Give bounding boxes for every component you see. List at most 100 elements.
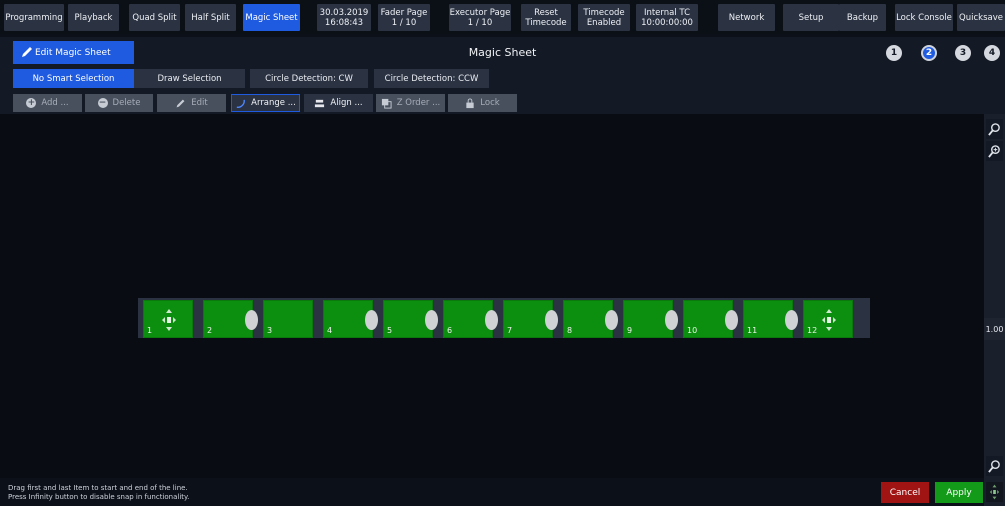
- backup-button[interactable]: Backup: [839, 4, 886, 31]
- arrange-button[interactable]: Arrange ...: [231, 94, 300, 112]
- fader-page-value: 1 / 10: [391, 17, 417, 28]
- half-split-button[interactable]: Half Split: [185, 4, 236, 31]
- no-smart-selection-button[interactable]: No Smart Selection: [13, 69, 134, 88]
- cancel-button[interactable]: Cancel: [881, 482, 929, 503]
- fixture-knob: [545, 310, 558, 330]
- tile-item[interactable]: 4: [323, 300, 378, 338]
- circle-detection-ccw-button[interactable]: Circle Detection: CCW: [374, 69, 489, 88]
- tile-number: 4: [327, 326, 333, 335]
- lock-label: Lock: [480, 98, 500, 108]
- programming-button[interactable]: Programming: [4, 4, 64, 31]
- reset-timecode-line2: Timecode: [525, 17, 567, 28]
- tile-number: 8: [567, 326, 573, 335]
- zoom-sidebar: [984, 114, 1005, 506]
- quicksave-button[interactable]: Quicksave: [957, 4, 1005, 31]
- arrange-label: Arrange ...: [251, 98, 296, 108]
- page-4-button[interactable]: 4: [984, 45, 1000, 61]
- quad-split-button[interactable]: Quad Split: [129, 4, 180, 31]
- tile-number: 6: [447, 326, 453, 335]
- reset-timecode-button[interactable]: Reset Timecode: [521, 4, 571, 31]
- zoom-in-icon: [988, 144, 1000, 158]
- executor-page-label: Executor Page: [449, 7, 511, 18]
- lock-button[interactable]: Lock: [448, 94, 517, 112]
- magic-sheet-canvas[interactable]: [0, 114, 984, 478]
- datetime-display: 30.03.2019 16:08:43: [317, 4, 371, 31]
- help-hint: Drag first and last Item to start and en…: [8, 484, 189, 502]
- fader-page-label: Fader Page: [380, 7, 428, 18]
- draw-selection-button[interactable]: Draw Selection: [134, 69, 245, 88]
- magic-sheet-screen: Programming Playback Quad Split Half Spl…: [0, 0, 1005, 506]
- fader-page-button[interactable]: Fader Page 1 / 10: [378, 4, 430, 31]
- tile-number: 2: [207, 326, 213, 335]
- zoom-out-button[interactable]: [986, 456, 1003, 476]
- internal-tc-value: 10:00:00:00: [641, 17, 693, 28]
- pan-button[interactable]: [986, 482, 1003, 502]
- tile-item[interactable]: 9: [623, 300, 678, 338]
- z-order-icon: [381, 98, 392, 109]
- plus-icon: +: [26, 98, 37, 108]
- tile-number: 7: [507, 326, 513, 335]
- tile-item[interactable]: 10: [683, 300, 738, 338]
- page-title: Magic Sheet: [468, 46, 537, 59]
- fixture-knob: [605, 310, 618, 330]
- fixture-knob: [425, 310, 438, 330]
- align-icon: [315, 99, 325, 107]
- timecode-enabled-line1: Timecode: [583, 7, 625, 18]
- fixture-knob: [725, 310, 738, 330]
- tile-number: 9: [627, 326, 633, 335]
- fixture-knob: [245, 310, 258, 330]
- lock-console-button[interactable]: Lock Console: [895, 4, 953, 31]
- magic-sheet-button[interactable]: Magic Sheet: [243, 4, 300, 31]
- delete-label: Delete: [112, 98, 141, 108]
- edit-button[interactable]: Edit: [157, 94, 226, 112]
- arc-icon: [236, 99, 246, 108]
- hint-line-1: Drag first and last Item to start and en…: [8, 484, 188, 492]
- add-button[interactable]: + Add ...: [13, 94, 82, 112]
- internal-tc-label: Internal TC: [643, 7, 691, 18]
- zoom-in-button[interactable]: [986, 141, 1003, 161]
- tile-number: 1: [147, 326, 153, 335]
- timecode-enabled-line2: Enabled: [586, 17, 622, 28]
- edit-tools-bar: + Add ... − Delete Edit Arrange ... Alig…: [0, 92, 1005, 114]
- executor-page-value: 1 / 10: [467, 17, 493, 28]
- move-icon: [989, 484, 1000, 500]
- tile-item[interactable]: 11: [743, 300, 798, 338]
- move-handle-icon[interactable]: [821, 308, 837, 332]
- delete-button[interactable]: − Delete: [85, 94, 153, 112]
- network-button[interactable]: Network: [718, 4, 775, 31]
- zoom-fit-button[interactable]: [986, 119, 1003, 139]
- fixture-knob: [485, 310, 498, 330]
- circle-detection-cw-button[interactable]: Circle Detection: CW: [250, 69, 368, 88]
- tile-item[interactable]: 8: [563, 300, 618, 338]
- executor-page-button[interactable]: Executor Page 1 / 10: [449, 4, 511, 31]
- z-order-button[interactable]: Z Order ...: [376, 94, 445, 112]
- setup-button[interactable]: Setup: [783, 4, 839, 31]
- time-text: 16:08:43: [324, 17, 364, 28]
- zoom-out-icon: [988, 459, 1000, 473]
- tile-number: 3: [267, 326, 273, 335]
- timecode-enabled-button[interactable]: Timecode Enabled: [578, 4, 630, 31]
- move-handle-icon[interactable]: [161, 308, 177, 332]
- internal-tc-button[interactable]: Internal TC 10:00:00:00: [636, 4, 698, 31]
- edit-label: Edit: [191, 98, 208, 108]
- tile-number: 11: [747, 326, 758, 335]
- zoom-fit-icon: [988, 122, 1000, 136]
- playback-button[interactable]: Playback: [68, 4, 119, 31]
- page-1-button[interactable]: 1: [886, 45, 902, 61]
- lock-icon: [466, 97, 474, 108]
- align-button[interactable]: Align ...: [304, 94, 373, 112]
- page-2-button[interactable]: 2: [921, 45, 937, 61]
- tile-item[interactable]: 2: [203, 300, 258, 338]
- tile-number: 5: [387, 326, 393, 335]
- page-3-button[interactable]: 3: [955, 45, 971, 61]
- apply-button[interactable]: Apply: [935, 482, 983, 503]
- tile-item-start[interactable]: 1: [143, 300, 193, 338]
- reset-timecode-line1: Reset: [534, 7, 558, 18]
- tile-item-end[interactable]: 12: [803, 300, 853, 338]
- tile-item[interactable]: 7: [503, 300, 558, 338]
- tile-item[interactable]: 3: [263, 300, 313, 338]
- tile-item[interactable]: 5: [383, 300, 438, 338]
- hint-line-2: Press Infinity button to disable snap in…: [8, 493, 190, 501]
- fixture-knob: [665, 310, 678, 330]
- tile-item[interactable]: 6: [443, 300, 498, 338]
